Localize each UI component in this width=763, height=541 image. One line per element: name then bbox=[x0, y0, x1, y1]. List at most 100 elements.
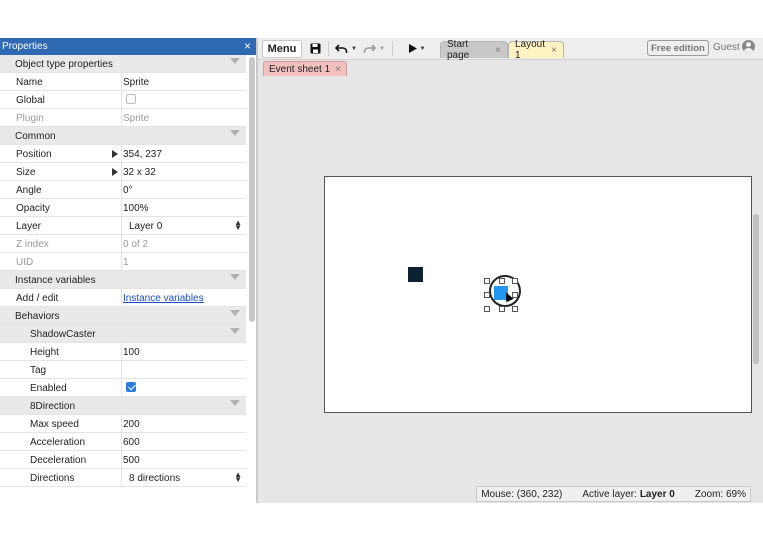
tab-label: Layout 1 bbox=[515, 39, 546, 61]
property-value[interactable]: 32 x 32 bbox=[123, 167, 156, 178]
property-row[interactable]: Opacity 100% bbox=[0, 199, 246, 217]
layout-view[interactable]: Mouse: (360, 232) Active layer: Layer 0 Z… bbox=[258, 76, 763, 503]
menu-button[interactable]: Menu bbox=[262, 40, 302, 58]
property-label: Size bbox=[16, 167, 36, 178]
property-row[interactable]: Name Sprite bbox=[0, 73, 246, 91]
resize-handle[interactable] bbox=[512, 306, 518, 312]
layout-area[interactable] bbox=[324, 176, 752, 413]
construct-editor: Properties × Object type properties Name S… bbox=[0, 38, 763, 503]
property-section[interactable]: Object type properties bbox=[0, 55, 246, 73]
property-row[interactable]: Max speed 200 bbox=[0, 415, 246, 433]
property-section[interactable]: 8Direction bbox=[0, 397, 246, 415]
chevron-down-icon[interactable] bbox=[230, 274, 240, 280]
close-icon[interactable]: × bbox=[335, 64, 341, 75]
property-value[interactable]: 600 bbox=[123, 437, 140, 448]
property-row[interactable]: Tag bbox=[0, 361, 246, 379]
select-arrows-icon[interactable]: ▲ ▼ bbox=[234, 471, 242, 484]
property-select[interactable]: Layer 0 bbox=[129, 221, 162, 232]
select-arrows-icon[interactable]: ▲ ▼ bbox=[234, 219, 242, 232]
chevron-down-icon[interactable] bbox=[230, 130, 240, 136]
property-select[interactable]: 8 directions bbox=[129, 473, 180, 484]
tab-label: Start page bbox=[447, 39, 470, 61]
column-divider bbox=[121, 181, 122, 198]
close-icon[interactable]: × bbox=[244, 39, 251, 53]
property-checkbox[interactable] bbox=[126, 382, 136, 392]
property-row[interactable]: UID 1 bbox=[0, 253, 246, 271]
chevron-down-icon[interactable] bbox=[230, 328, 240, 334]
property-value[interactable]: 500 bbox=[123, 455, 140, 466]
run-button[interactable]: ▼ bbox=[404, 38, 430, 59]
property-section[interactable]: Common bbox=[0, 127, 246, 145]
undo-button[interactable]: ▼ bbox=[334, 38, 358, 59]
resize-handle[interactable] bbox=[499, 278, 505, 284]
user-icon[interactable] bbox=[742, 40, 755, 53]
property-value[interactable]: 100% bbox=[123, 203, 149, 214]
property-row[interactable]: Acceleration 600 bbox=[0, 433, 246, 451]
tab-event-sheet-1[interactable]: Event sheet 1 × bbox=[263, 61, 347, 77]
resize-handle[interactable] bbox=[512, 278, 518, 284]
property-label: Global bbox=[16, 95, 45, 106]
property-value: 1 bbox=[123, 257, 129, 268]
chevron-down-icon[interactable] bbox=[230, 58, 240, 64]
chevron-down-icon[interactable] bbox=[230, 310, 240, 316]
expand-arrow-icon[interactable] bbox=[112, 150, 118, 158]
section-label: ShadowCaster bbox=[30, 329, 96, 340]
status-bar: Mouse: (360, 232) Active layer: Layer 0 Z… bbox=[476, 486, 751, 502]
property-row[interactable]: Position 354, 237 bbox=[0, 145, 246, 163]
property-row[interactable]: Enabled bbox=[0, 379, 246, 397]
expand-arrow-icon[interactable] bbox=[112, 168, 118, 176]
user-name[interactable]: Guest bbox=[713, 42, 740, 53]
save-button[interactable] bbox=[306, 38, 324, 59]
chevron-down-icon[interactable] bbox=[230, 400, 240, 406]
column-divider bbox=[121, 469, 122, 486]
property-section[interactable]: Instance variables bbox=[0, 271, 246, 289]
resize-handle[interactable] bbox=[499, 306, 505, 312]
property-row[interactable]: Angle 0° bbox=[0, 181, 246, 199]
resize-handle[interactable] bbox=[484, 306, 490, 312]
property-checkbox[interactable] bbox=[126, 94, 136, 104]
property-label: Deceleration bbox=[30, 455, 87, 466]
property-value[interactable]: 200 bbox=[123, 419, 140, 430]
property-row[interactable]: Z index 0 of 2 bbox=[0, 235, 246, 253]
redo-button[interactable]: ▼ bbox=[362, 38, 386, 59]
tab-start-page[interactable]: Start page × bbox=[440, 39, 508, 61]
property-row[interactable]: Plugin Sprite bbox=[0, 109, 246, 127]
resize-handle[interactable] bbox=[484, 292, 490, 298]
property-section[interactable]: Behaviors bbox=[0, 307, 246, 325]
property-row[interactable]: Add / edit Instance variables bbox=[0, 289, 246, 307]
column-divider bbox=[121, 433, 122, 450]
property-label: Plugin bbox=[16, 113, 44, 124]
property-label: Add / edit bbox=[16, 293, 59, 304]
column-divider bbox=[121, 415, 122, 432]
close-icon[interactable]: × bbox=[551, 45, 557, 56]
instance-variables-link[interactable]: Instance variables bbox=[123, 293, 204, 304]
properties-panel: Properties × Object type properties Name S… bbox=[0, 38, 258, 503]
property-label: Height bbox=[30, 347, 59, 358]
property-value[interactable]: 100 bbox=[123, 347, 140, 358]
property-row[interactable]: Global bbox=[0, 91, 246, 109]
close-icon[interactable]: × bbox=[495, 45, 501, 56]
property-value[interactable]: 354, 237 bbox=[123, 149, 162, 160]
property-value[interactable]: Sprite bbox=[123, 77, 149, 88]
properties-scrollbar[interactable] bbox=[249, 57, 255, 322]
property-section[interactable]: ShadowCaster bbox=[0, 325, 246, 343]
property-row[interactable]: Height 100 bbox=[0, 343, 246, 361]
property-value[interactable]: 0° bbox=[123, 185, 133, 196]
property-row[interactable]: Layer Layer 0 ▲ ▼ bbox=[0, 217, 246, 235]
column-divider bbox=[121, 145, 122, 162]
section-label: Object type properties bbox=[15, 59, 113, 70]
sprite-instance[interactable] bbox=[408, 267, 423, 282]
section-label: 8Direction bbox=[30, 401, 76, 412]
free-edition-badge[interactable]: Free edition bbox=[647, 40, 709, 56]
section-label: Instance variables bbox=[15, 275, 96, 286]
layout-scrollbar[interactable] bbox=[753, 214, 759, 364]
property-row[interactable]: Directions 8 directions ▲ ▼ bbox=[0, 469, 246, 487]
chevron-down-icon: ▼ bbox=[379, 45, 385, 52]
property-row[interactable]: Deceleration 500 bbox=[0, 451, 246, 469]
resize-handle[interactable] bbox=[484, 278, 490, 284]
column-divider bbox=[121, 361, 122, 378]
property-row[interactable]: Size 32 x 32 bbox=[0, 163, 246, 181]
tab-layout-1[interactable]: Layout 1 × bbox=[508, 39, 564, 61]
properties-grid: Object type properties Name Sprite Global Pl… bbox=[0, 55, 246, 503]
properties-title: Properties bbox=[2, 41, 48, 52]
